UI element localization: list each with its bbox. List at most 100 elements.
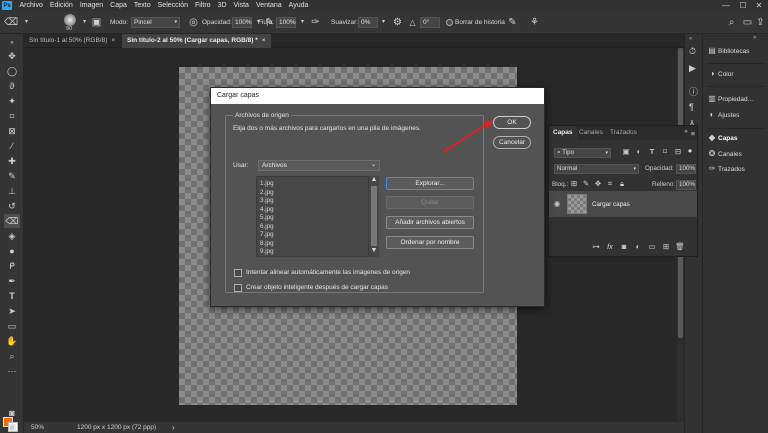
list-item[interactable]: 3.jpg	[260, 197, 274, 204]
pressure-size-icon[interactable]: ✎	[506, 16, 519, 29]
dock-item-bibliotecas[interactable]: ▤ Bibliotecas	[706, 44, 768, 58]
layer-fill-input[interactable]: 100%	[676, 180, 696, 190]
tab-trazados[interactable]: Trazados	[606, 126, 641, 140]
filter-toggle-icon[interactable]: ●	[685, 146, 695, 155]
paint-bucket-tool-icon[interactable]: ◈	[4, 229, 20, 243]
more-tools-icon[interactable]: ⋯	[4, 364, 20, 378]
erase-history-checkbox[interactable]	[446, 19, 453, 26]
dock-item-ajustes[interactable]: ◐ Ajustes	[706, 108, 768, 122]
move-tool-icon[interactable]: ✥	[4, 49, 20, 63]
symmetry-icon[interactable]: ⚘	[528, 16, 541, 29]
quick-mask-icon[interactable]: ◙	[4, 406, 20, 420]
dock-item-propiedades[interactable]: ▥ Propiedad...	[706, 92, 768, 106]
mode-select[interactable]: Pincel ▾	[131, 17, 180, 28]
dodge-tool-icon[interactable]: ᑭ	[4, 259, 20, 273]
type-tool-icon[interactable]: T	[4, 289, 20, 303]
lock-all-icon[interactable]: 🔒︎	[617, 179, 627, 189]
file-list-scrollbar[interactable]: ▲ ▼	[369, 176, 379, 257]
menu-capa[interactable]: Capa	[107, 0, 131, 11]
eyedropper-tool-icon[interactable]: ⁄	[4, 139, 20, 153]
airbrush-icon[interactable]: ✑	[309, 16, 322, 29]
lock-image-icon[interactable]: ✎	[581, 179, 591, 188]
menu-imagen[interactable]: Imagen	[76, 0, 106, 11]
angle-input[interactable]: 0°	[420, 17, 440, 28]
history-brush-tool-icon[interactable]: ↺	[4, 199, 20, 213]
eraser-tool-icon[interactable]: ⌫	[4, 16, 18, 29]
remove-button[interactable]: Quitar	[386, 196, 474, 209]
ok-button[interactable]: OK	[493, 116, 531, 129]
tab-document-1[interactable]: Sin título-1 al 50% (RGB/8) ×	[24, 34, 120, 48]
zoom-level[interactable]: 50%	[31, 424, 44, 431]
menu-archivo[interactable]: Archivo	[16, 0, 46, 11]
panel-menu-icon[interactable]: ≡	[688, 129, 698, 138]
flow-dropdown-icon[interactable]: ▾	[296, 16, 309, 29]
eraser-tool-active-icon[interactable]: ⌫	[4, 214, 20, 228]
brush-settings-icon[interactable]: ▣	[90, 16, 103, 29]
menu-filtro[interactable]: Filtro	[192, 0, 215, 11]
tab-document-2[interactable]: Sin título-2 al 50% (Cargar capas, RGB/8…	[122, 34, 271, 48]
close-window-button[interactable]: ✕	[753, 0, 765, 11]
list-item[interactable]: 6.jpg	[260, 223, 274, 230]
lock-position-icon[interactable]: ✥	[593, 179, 603, 188]
tab-canales[interactable]: Canales	[575, 126, 607, 140]
brush-preview-icon[interactable]	[64, 14, 76, 26]
crop-tool-icon[interactable]: ⌗	[4, 109, 20, 123]
maximize-button[interactable]: ☐	[737, 0, 749, 11]
menu-seleccion[interactable]: Selección	[154, 0, 191, 11]
info-panel-icon[interactable]: ⓘ	[689, 85, 698, 98]
tool-preset-dropdown-icon[interactable]: ▾	[20, 16, 33, 29]
filter-adjustment-icon[interactable]: ◐	[634, 147, 644, 156]
layer-name[interactable]: Cargar capas	[592, 201, 630, 208]
blend-mode-select[interactable]: Normal ▾	[554, 164, 639, 174]
eye-visibility-icon[interactable]: ◉	[552, 199, 562, 208]
list-item[interactable]: 5.jpg	[260, 214, 274, 221]
dock-item-capas[interactable]: ◆ Capas	[706, 131, 768, 145]
blur-tool-icon[interactable]: ●	[4, 244, 20, 258]
layer-row[interactable]: ◉ Cargar capas	[549, 191, 697, 217]
add-open-files-button[interactable]: Añadir archivos abiertos	[386, 216, 474, 229]
auto-align-checkbox[interactable]	[234, 269, 242, 277]
filter-pixel-icon[interactable]: ▣	[621, 147, 631, 156]
delete-layer-icon[interactable]: 🗑︎	[675, 242, 685, 251]
dock-item-trazados[interactable]: ✑ Trazados	[706, 162, 768, 176]
paragraph-panel-icon[interactable]: ¶	[689, 102, 694, 112]
share-icon[interactable]: ⇪	[754, 16, 767, 29]
filter-shape-icon[interactable]: ⌑	[660, 147, 670, 156]
workspace-icon[interactable]: ▭	[741, 16, 754, 29]
sort-by-name-button[interactable]: Ordenar por nombre	[386, 236, 474, 249]
list-item[interactable]: 2.jpg	[260, 189, 274, 196]
link-layers-icon[interactable]: ⊶	[591, 242, 601, 251]
menu-texto[interactable]: Texto	[130, 0, 154, 11]
dock-item-color[interactable]: ◑ Color	[706, 67, 768, 81]
tab-close-icon[interactable]: ×	[262, 37, 266, 44]
tab-capas[interactable]: Capas	[549, 126, 577, 140]
marquee-tool-icon[interactable]: ◯	[4, 64, 20, 78]
zoom-tool-icon[interactable]: ⌕	[4, 349, 20, 363]
browse-button[interactable]: Explorar...	[386, 177, 474, 190]
search-icon[interactable]: ⌕	[725, 16, 738, 29]
menu-vista[interactable]: Vista	[230, 0, 252, 11]
minimize-button[interactable]: —	[720, 0, 732, 11]
new-group-icon[interactable]: ▭	[647, 242, 657, 251]
collapse-toolbar-icon[interactable]: »	[4, 36, 20, 50]
adjustment-layer-icon[interactable]: ◐	[633, 242, 643, 251]
list-item[interactable]: 9.jpg	[260, 248, 274, 255]
magic-wand-tool-icon[interactable]: ✦	[4, 94, 20, 108]
pen-tool-icon[interactable]: ✒	[4, 274, 20, 288]
brush-tool-icon[interactable]: ✎	[4, 169, 20, 183]
cancel-button[interactable]: Cancelar	[493, 136, 531, 149]
smooth-dropdown-icon[interactable]: ▾	[377, 16, 390, 29]
use-select[interactable]: Archivos ⌄	[258, 160, 380, 171]
opacity-input[interactable]: 100%	[232, 17, 252, 28]
layer-filter-select[interactable]: ⌕ Tipo ▾	[554, 148, 611, 158]
list-item[interactable]: 1.jpg	[260, 180, 274, 187]
file-list[interactable]: 1.jpg 2.jpg 3.jpg 4.jpg 5.jpg 6.jpg 7.jp…	[256, 176, 369, 257]
history-panel-icon[interactable]: ⏱	[689, 46, 696, 57]
dock-item-canales[interactable]: ❂ Canales	[706, 147, 768, 161]
gear-icon[interactable]: ⚙	[391, 16, 404, 29]
path-selection-tool-icon[interactable]: ➤	[4, 304, 20, 318]
menu-3d[interactable]: 3D	[214, 0, 230, 11]
rectangle-tool-icon[interactable]: ▭	[4, 319, 20, 333]
fx-icon[interactable]: fx	[605, 242, 615, 251]
hand-tool-icon[interactable]: ✋	[4, 334, 20, 348]
